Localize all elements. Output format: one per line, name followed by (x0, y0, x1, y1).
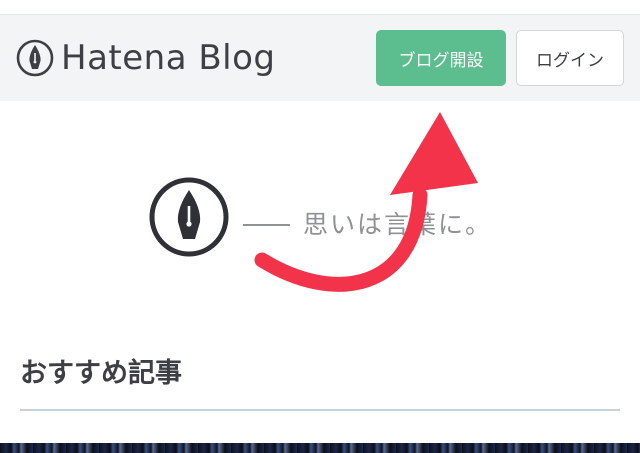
fountain-pen-nib-icon (149, 177, 229, 257)
login-button[interactable]: ログイン (516, 30, 624, 86)
create-blog-button[interactable]: ブログ開設 (376, 30, 506, 86)
section-title: おすすめ記事 (20, 358, 182, 389)
curved-arrow-up-icon (254, 112, 478, 292)
page: Hatena Blog ブログ開設 ログイン 思いは言葉に。 おすすめ記事 (0, 0, 640, 453)
site-logo-text[interactable]: Hatena Blog (61, 35, 276, 81)
fountain-pen-nib-icon[interactable] (16, 39, 54, 77)
section-divider (20, 409, 620, 411)
article-thumbnail[interactable] (0, 443, 640, 453)
site-header: Hatena Blog ブログ開設 ログイン (0, 14, 640, 101)
